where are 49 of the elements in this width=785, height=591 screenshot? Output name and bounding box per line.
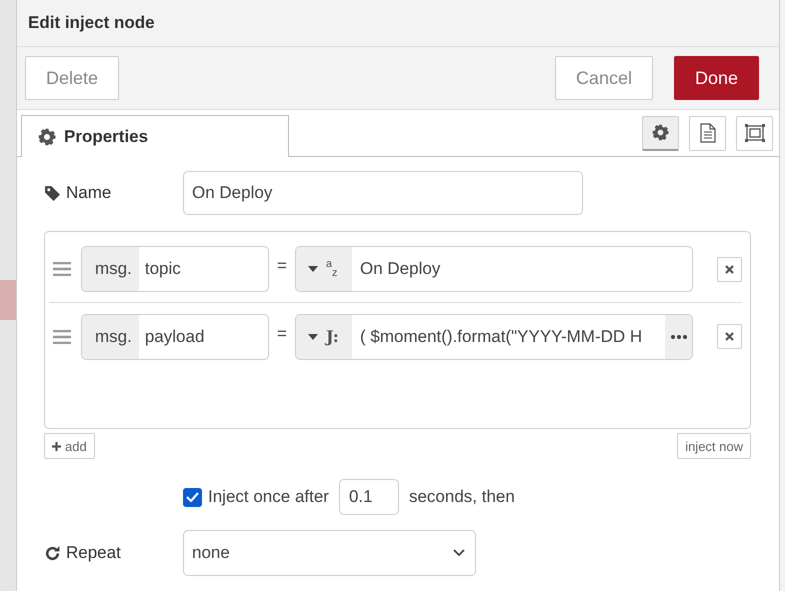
settings-icon bbox=[38, 128, 56, 146]
caret-icon bbox=[308, 334, 318, 340]
seconds-label: seconds, then bbox=[408, 487, 515, 507]
property-name: payload bbox=[144, 326, 204, 348]
chevron-down-icon bbox=[453, 549, 465, 557]
close-icon bbox=[725, 264, 734, 274]
drag-handle-icon[interactable] bbox=[53, 330, 71, 344]
done-button[interactable]: Done bbox=[674, 56, 759, 100]
property-field[interactable]: msg. payload bbox=[81, 314, 269, 360]
name-label: Name bbox=[66, 183, 112, 203]
remove-button[interactable] bbox=[717, 256, 742, 282]
side-tab[interactable] bbox=[736, 116, 773, 150]
expand-button[interactable] bbox=[665, 314, 692, 358]
settings-icon bbox=[652, 124, 669, 141]
close-icon bbox=[725, 332, 734, 341]
prefix-label: msg. bbox=[95, 326, 132, 346]
drag-handle-icon[interactable] bbox=[53, 262, 71, 276]
property-field[interactable]: msg. topic bbox=[81, 246, 269, 292]
document-icon bbox=[700, 123, 716, 143]
value-field[interactable]: J: ( $moment().format("YYYY-MM-DD H bbox=[295, 314, 693, 360]
value-text: ( $moment().format("YYYY-MM-DD H bbox=[359, 326, 644, 348]
inject-now-button[interactable]: inject now bbox=[677, 433, 751, 459]
ellipsis-icon bbox=[670, 334, 686, 338]
properties-tab[interactable]: Properties bbox=[21, 115, 289, 157]
remove-button[interactable] bbox=[717, 324, 742, 349]
delete-button[interactable]: Delete bbox=[25, 56, 120, 100]
name-field[interactable]: On Deploy bbox=[183, 171, 583, 215]
property-name: topic bbox=[144, 258, 181, 280]
side-tab[interactable] bbox=[689, 116, 726, 150]
type-icon: J: bbox=[326, 328, 339, 344]
add-button[interactable]: add bbox=[44, 433, 95, 459]
window-title: Edit inject node bbox=[28, 13, 155, 33]
value-text: On Deploy bbox=[359, 258, 442, 280]
prefix-label: msg. bbox=[95, 259, 132, 279]
repeat-select[interactable]: none bbox=[183, 530, 476, 576]
plus-icon bbox=[52, 442, 61, 450]
inject-once-label: Inject once after bbox=[208, 487, 329, 507]
refresh-icon bbox=[44, 544, 61, 562]
caret-icon bbox=[308, 266, 318, 272]
side-tab[interactable] bbox=[642, 116, 679, 150]
repeat-label: Repeat bbox=[66, 543, 121, 563]
delay-field[interactable]: 0.1 bbox=[338, 479, 399, 515]
type-selector[interactable]: J: bbox=[296, 314, 352, 358]
cancel-button[interactable]: Cancel bbox=[554, 56, 653, 100]
frame-icon bbox=[744, 123, 766, 143]
tag-icon bbox=[44, 184, 61, 202]
equals-sign: = bbox=[276, 324, 288, 344]
equals-sign: = bbox=[276, 256, 288, 276]
checkbox[interactable] bbox=[183, 488, 202, 506]
